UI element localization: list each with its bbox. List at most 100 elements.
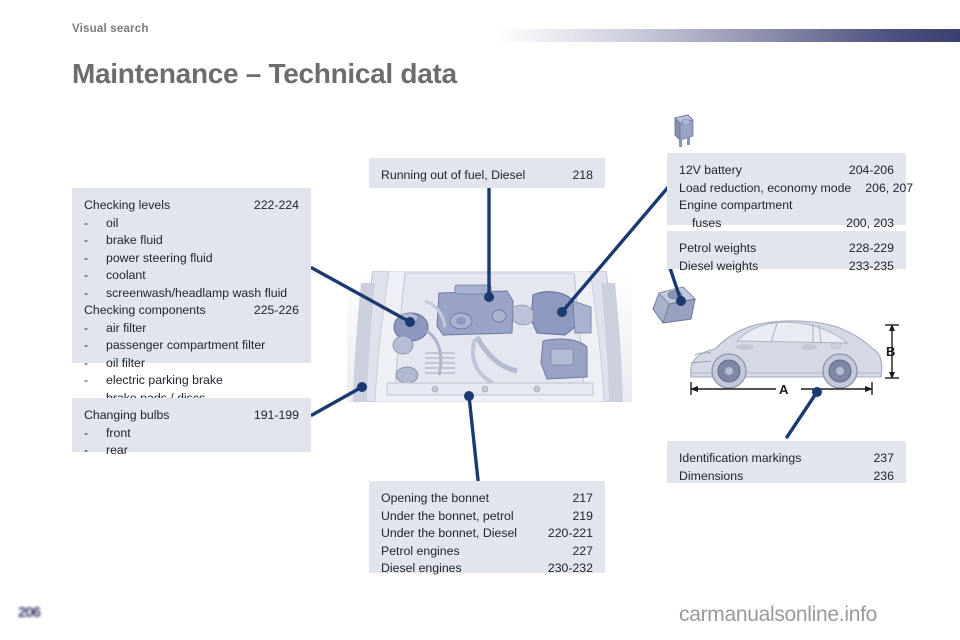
bullet-dash: - <box>84 285 89 300</box>
row-label: Diesel weights <box>679 258 759 273</box>
bullet-dash: - <box>84 425 89 440</box>
table-row: Load reduction, economy mode 206, 207 <box>679 180 913 198</box>
list-item-label: coolant <box>106 268 146 282</box>
row-label: Petrol engines <box>381 543 460 558</box>
fuse-icon <box>674 114 694 147</box>
row-page: 228-229 <box>848 241 894 255</box>
list-item: - air filter <box>84 320 299 338</box>
battery-fuses-panel: 12V battery 204-206 Load reduction, econ… <box>667 153 913 230</box>
row-page: 217 <box>572 491 593 505</box>
row-label: Dimensions <box>679 468 744 483</box>
table-row: Identification markings 237 <box>679 450 894 468</box>
list-item: - power steering fluid <box>84 250 299 268</box>
engine-bay-illustration <box>347 271 632 402</box>
row-page: 206, 207 <box>865 180 914 195</box>
row-label: Checking components <box>84 303 206 317</box>
list-item: - screenwash/headlamp wash fluid <box>84 285 299 303</box>
row-page: 191-199 <box>253 408 299 422</box>
table-row: Checking components 225-226 <box>84 302 299 320</box>
row-label: Under the bonnet, Diesel <box>381 526 518 540</box>
row-label: 12V battery <box>679 163 742 177</box>
row-label: Load reduction, economy mode <box>679 180 852 195</box>
row-label: fuses <box>692 215 722 230</box>
bullet-dash: - <box>84 268 89 282</box>
list-item-label: oil <box>106 215 119 230</box>
table-row: Petrol engines 227 <box>381 543 593 561</box>
car-dimensions-illustration: B A <box>641 277 906 405</box>
page-number: 206 <box>18 604 41 621</box>
engine-bay-figure <box>347 271 632 402</box>
table-row: Under the bonnet, petrol 219 <box>381 508 593 526</box>
dimension-a-label: A <box>779 382 789 397</box>
section-eyebrow: Visual search <box>72 23 149 35</box>
list-item-label: rear <box>106 443 128 457</box>
row-page: 230-232 <box>547 561 593 575</box>
row-label: Running out of fuel, Diesel <box>381 168 526 182</box>
row-page: 219 <box>572 508 593 523</box>
row-page: 225-226 <box>253 303 299 317</box>
table-row: Dimensions 236 <box>679 468 894 486</box>
changing-bulbs-panel: Changing bulbs 191-199 - front - rear <box>72 398 311 457</box>
table-row: Changing bulbs 191-199 <box>84 407 299 425</box>
table-row: Opening the bonnet 217 <box>381 490 593 508</box>
row-label: Identification markings <box>679 451 802 465</box>
list-item-label: front <box>106 425 131 440</box>
header-gradient-bar <box>496 29 960 42</box>
table-row: Running out of fuel, Diesel 218 <box>381 167 593 185</box>
bullet-dash: - <box>84 355 89 370</box>
list-item-label: oil filter <box>106 355 145 370</box>
row-label: Under the bonnet, petrol <box>381 508 514 523</box>
list-item: - oil filter <box>84 355 299 373</box>
list-item: - passenger compartment filter <box>84 337 299 355</box>
list-item-label: power steering fluid <box>106 250 213 265</box>
list-item: - front <box>84 425 299 443</box>
table-row: Checking levels 222-224 <box>84 197 299 215</box>
row-page: 218 <box>572 168 593 182</box>
table-row: Engine compartment <box>679 197 894 215</box>
bullet-dash: - <box>84 443 89 457</box>
checking-levels-panel: Checking levels 222-224 - oil - brake fl… <box>72 188 311 405</box>
car-dimensions-figure: B A <box>641 277 906 405</box>
weights-panel: Petrol weights 228-229 Diesel weights 23… <box>667 231 906 273</box>
row-page: 227 <box>572 543 593 558</box>
row-page: 237 <box>873 451 894 465</box>
row-label: Petrol weights <box>679 241 757 255</box>
bullet-dash: - <box>84 233 89 247</box>
running-out-of-fuel-panel: Running out of fuel, Diesel 218 <box>369 158 605 188</box>
table-row: fuses 200, 203 <box>679 215 894 233</box>
table-row: Petrol weights 228-229 <box>679 240 894 258</box>
list-item: - electric parking brake <box>84 372 299 390</box>
table-row: 12V battery 204-206 <box>679 162 894 180</box>
list-item-label: air filter <box>106 320 147 335</box>
bullet-dash: - <box>84 320 89 335</box>
list-item-label: electric parking brake <box>106 373 223 387</box>
table-row: Under the bonnet, Diesel 220-221 <box>381 525 593 543</box>
row-page: 222-224 <box>253 198 299 212</box>
dimension-b-label: B <box>886 344 895 359</box>
row-page: 220-221 <box>547 526 593 540</box>
leader-bonnet-engines <box>467 394 480 482</box>
fuse-icon-figure <box>668 112 698 150</box>
list-item: - coolant <box>84 267 299 285</box>
list-item-label: passenger compartment filter <box>106 338 266 352</box>
bonnet-engines-panel: Opening the bonnet 217 Under the bonnet,… <box>369 481 605 575</box>
bullet-dash: - <box>84 373 89 387</box>
bullet-dash: - <box>84 215 89 230</box>
identification-dimensions-panel: Identification markings 237 Dimensions 2… <box>667 441 906 483</box>
table-row: Diesel engines 230-232 <box>381 560 593 578</box>
list-item-label: brake fluid <box>106 233 163 247</box>
row-page: 200, 203 <box>846 215 894 230</box>
row-label: Checking levels <box>84 198 171 212</box>
table-row: Diesel weights 233-235 <box>679 258 894 276</box>
row-label: Changing bulbs <box>84 408 170 422</box>
row-page: 233-235 <box>848 258 894 273</box>
bullet-dash: - <box>84 250 89 265</box>
row-label: Opening the bonnet <box>381 491 490 505</box>
site-watermark: carmanualsonline.info <box>679 603 877 626</box>
list-item: - brake fluid <box>84 232 299 250</box>
list-item: - oil <box>84 215 299 233</box>
manual-page: Visual search Maintenance – Technical da… <box>0 0 960 640</box>
page-title: Maintenance – Technical data <box>72 58 457 89</box>
bullet-dash: - <box>84 338 89 352</box>
row-label: Diesel engines <box>381 561 462 575</box>
